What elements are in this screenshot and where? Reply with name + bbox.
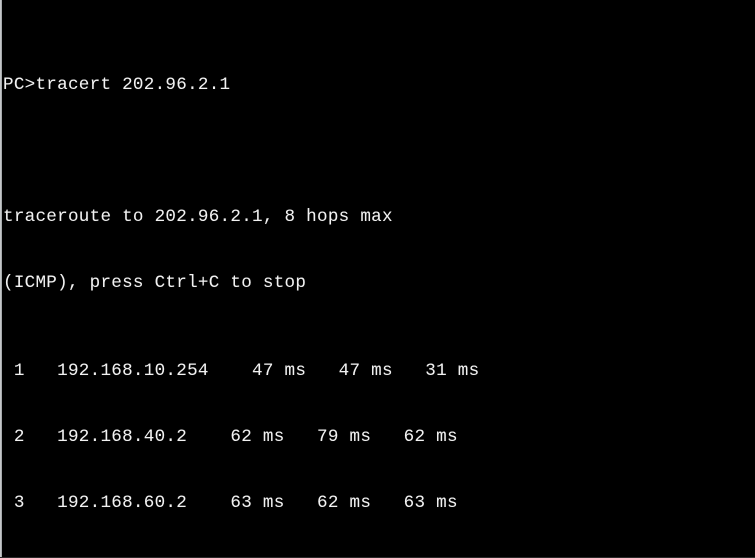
command-line-tracert: PC>tracert 202.96.2.1 bbox=[3, 75, 231, 95]
console-output-area[interactable]: PC>tracert 202.96.2.1 traceroute to 202.… bbox=[3, 0, 753, 558]
window-left-border bbox=[0, 0, 2, 558]
tracert-hop-row: 1 192.168.10.254 47 ms 47 ms 31 ms bbox=[3, 361, 480, 381]
tracert-hop-row: 3 192.168.60.2 63 ms 62 ms 63 ms bbox=[3, 493, 458, 513]
terminal-window[interactable]: PC>tracert 202.96.2.1 traceroute to 202.… bbox=[0, 0, 755, 558]
tracert-header-line-2: (ICMP), press Ctrl+C to stop bbox=[3, 273, 307, 293]
tracert-header-line-1: traceroute to 202.96.2.1, 8 hops max bbox=[3, 207, 393, 227]
tracert-hop-row: 2 192.168.40.2 62 ms 79 ms 62 ms bbox=[3, 427, 458, 447]
